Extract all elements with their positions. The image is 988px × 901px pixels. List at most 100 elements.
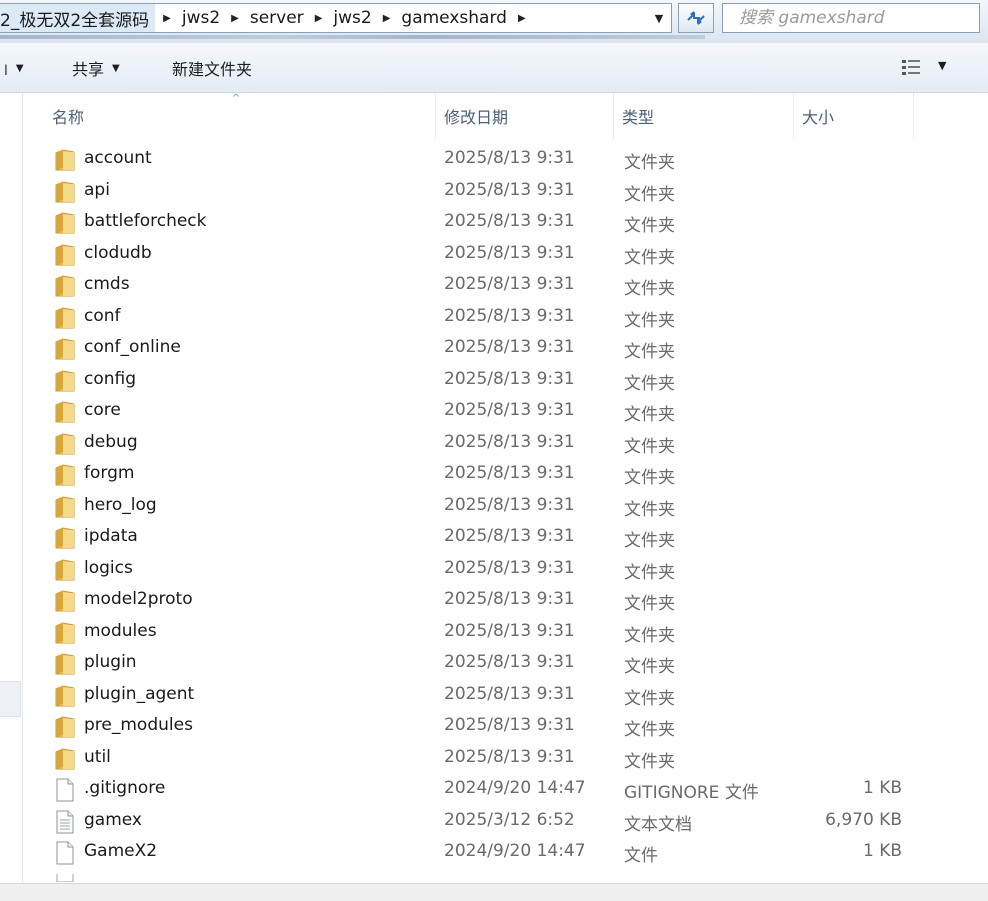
file-row[interactable]: forgm 2025/8/13 9:31 文件夹 xyxy=(22,459,962,490)
file-modified-date: 2025/8/13 9:31 xyxy=(444,400,575,420)
view-options-icon[interactable] xyxy=(900,57,924,77)
navigation-selected-item[interactable] xyxy=(0,681,21,717)
column-header-name[interactable]: 名称 xyxy=(44,93,436,139)
file-type: 文件夹 xyxy=(624,720,675,740)
file-type: 文件夹 xyxy=(624,625,675,646)
file-type: 文件夹 xyxy=(624,184,675,205)
new-folder-button[interactable]: 新建文件夹 xyxy=(172,43,252,93)
file-name: model2proto xyxy=(84,589,193,609)
file-row[interactable]: model2proto 2025/8/13 9:31 文件夹 xyxy=(22,585,962,616)
column-header-label: 大小 xyxy=(802,108,835,127)
file-row[interactable]: pre_modules 2025/8/13 9:31 文件夹 xyxy=(22,711,962,742)
breadcrumb-separator-icon[interactable]: ▶ xyxy=(155,4,179,32)
breadcrumb-item[interactable]: jws2 xyxy=(330,4,374,32)
breadcrumb-item[interactable]: jws2 xyxy=(179,4,223,32)
organize-menu-caret[interactable]: ן ▼ xyxy=(4,43,24,93)
file-type: 文件夹 xyxy=(624,499,675,520)
file-type: 文件夹 xyxy=(624,247,675,268)
file-row[interactable]: api 2025/8/13 9:31 文件夹 xyxy=(22,176,962,207)
folder-icon xyxy=(54,148,76,172)
file-type: 文件夹 xyxy=(624,657,675,677)
file-row[interactable]: logics 2025/8/13 9:31 文件夹 xyxy=(22,554,962,585)
file-size: 1 KB xyxy=(862,778,902,798)
file-name: logics xyxy=(84,557,133,578)
file-row[interactable]: clodudb 2025/8/13 9:31 文件夹 xyxy=(22,239,962,270)
file-row[interactable]: gamex 2025/3/12 6:52 文本文档 6,970 KB xyxy=(22,806,962,837)
file-name: conf xyxy=(84,305,121,326)
file-type: 文件夹 xyxy=(624,279,675,299)
file-modified-date: 2025/8/13 9:31 xyxy=(444,274,575,294)
file-name: .gitignore xyxy=(84,778,166,798)
file-modified-date: 2025/8/13 9:31 xyxy=(444,715,575,735)
file-icon xyxy=(54,841,76,865)
share-button[interactable]: 共享 ▼ xyxy=(72,43,120,93)
breadcrumb-item[interactable]: gamexshard xyxy=(398,4,510,32)
chevron-down-icon[interactable]: ▼ xyxy=(938,59,946,72)
column-header-type[interactable]: 类型 xyxy=(614,93,794,139)
file-row[interactable]: plugin 2025/8/13 9:31 文件夹 xyxy=(22,648,962,679)
breadcrumb-item[interactable]: server xyxy=(247,4,307,32)
file-modified-date: 2025/8/13 9:31 xyxy=(444,431,575,452)
file-type: 文件夹 xyxy=(624,153,675,173)
column-header-modified[interactable]: 修改日期 xyxy=(436,93,614,139)
breadcrumb-separator-icon[interactable]: ▶ xyxy=(375,4,399,32)
file-row[interactable]: ipdata 2025/8/13 9:31 文件夹 xyxy=(22,522,962,553)
folder-icon xyxy=(54,621,76,645)
search-input[interactable] xyxy=(737,7,971,29)
file-row[interactable]: plugin_agent 2025/8/13 9:31 文件夹 xyxy=(22,680,962,711)
file-name: conf_online xyxy=(84,337,181,357)
breadcrumb-item[interactable]: 2_极无双2全套源码 xyxy=(0,4,156,32)
file-row[interactable]: hero_log 2025/8/13 9:31 文件夹 xyxy=(22,491,962,522)
file-type: 文件夹 xyxy=(624,751,675,772)
file-type: 文件 xyxy=(624,846,658,866)
file-type: 文件夹 xyxy=(624,468,675,488)
file-type: 文件夹 xyxy=(624,688,675,709)
folder-icon xyxy=(54,747,76,771)
file-row[interactable]: conf 2025/8/13 9:31 文件夹 xyxy=(22,302,962,333)
file-row[interactable]: battleforcheck 2025/8/13 9:31 文件夹 xyxy=(22,207,962,238)
file-row[interactable]: util 2025/8/13 9:31 文件夹 xyxy=(22,743,962,774)
horizontal-scrollbar[interactable] xyxy=(0,883,988,901)
folder-icon xyxy=(54,463,76,487)
folder-icon xyxy=(54,243,76,267)
refresh-button[interactable] xyxy=(678,3,714,33)
file-row[interactable]: modules 2025/8/13 9:31 文件夹 xyxy=(22,617,962,648)
file-row[interactable]: cmds 2025/8/13 9:31 文件夹 xyxy=(22,270,962,301)
file-modified-date: 2025/8/13 9:31 xyxy=(444,211,575,231)
file-modified-date: 2025/8/13 9:31 xyxy=(444,526,575,546)
chevron-down-icon[interactable]: ▼ xyxy=(648,4,670,32)
file-modified-date: 2025/8/13 9:31 xyxy=(444,589,575,609)
folder-icon xyxy=(54,589,76,613)
file-row[interactable]: core 2025/8/13 9:31 文件夹 xyxy=(22,396,962,427)
file-type: 文件夹 xyxy=(624,373,675,394)
address-progress-bar xyxy=(0,35,705,39)
file-row-partial[interactable] xyxy=(22,874,962,883)
file-row[interactable]: .gitignore 2024/9/20 14:47 GITIGNORE 文件 1 K… xyxy=(22,774,962,805)
navigation-pane[interactable] xyxy=(0,93,23,883)
file-row[interactable]: account 2025/8/13 9:31 文件夹 xyxy=(22,144,962,175)
file-row[interactable]: conf_online 2025/8/13 9:31 文件夹 xyxy=(22,333,962,364)
folder-icon xyxy=(54,715,76,739)
file-type: 文件夹 xyxy=(624,216,675,236)
address-bar[interactable]: 2_极无双2全套源码 ▶ jws2 ▶ server ▶ jws2 ▶ game… xyxy=(0,3,672,33)
file-row[interactable]: config 2025/8/13 9:31 文件夹 xyxy=(22,365,962,396)
breadcrumb-separator-icon[interactable]: ▶ xyxy=(510,4,534,32)
file-row[interactable]: GameX2 2024/9/20 14:47 文件 1 KB xyxy=(22,837,962,868)
file-name: util xyxy=(84,746,111,767)
column-header-size[interactable]: 大小 xyxy=(794,93,914,139)
file-name: api xyxy=(84,179,110,200)
folder-icon xyxy=(54,274,76,298)
file-modified-date: 2025/8/13 9:31 xyxy=(444,179,575,200)
file-row[interactable]: debug 2025/8/13 9:31 文件夹 xyxy=(22,428,962,459)
refresh-icon xyxy=(687,11,705,25)
breadcrumb-separator-icon[interactable]: ▶ xyxy=(307,4,331,32)
breadcrumb-separator-icon[interactable]: ▶ xyxy=(223,4,247,32)
file-modified-date: 2025/8/13 9:31 xyxy=(444,368,575,389)
file-name: GameX2 xyxy=(84,841,158,861)
file-modified-date: 2025/8/13 9:31 xyxy=(444,683,575,704)
file-type: 文件夹 xyxy=(624,310,675,331)
search-box[interactable] xyxy=(722,3,980,33)
folder-icon xyxy=(54,558,76,582)
file-modified-date: 2024/9/20 14:47 xyxy=(444,841,586,861)
file-modified-date: 2025/8/13 9:31 xyxy=(444,557,575,578)
